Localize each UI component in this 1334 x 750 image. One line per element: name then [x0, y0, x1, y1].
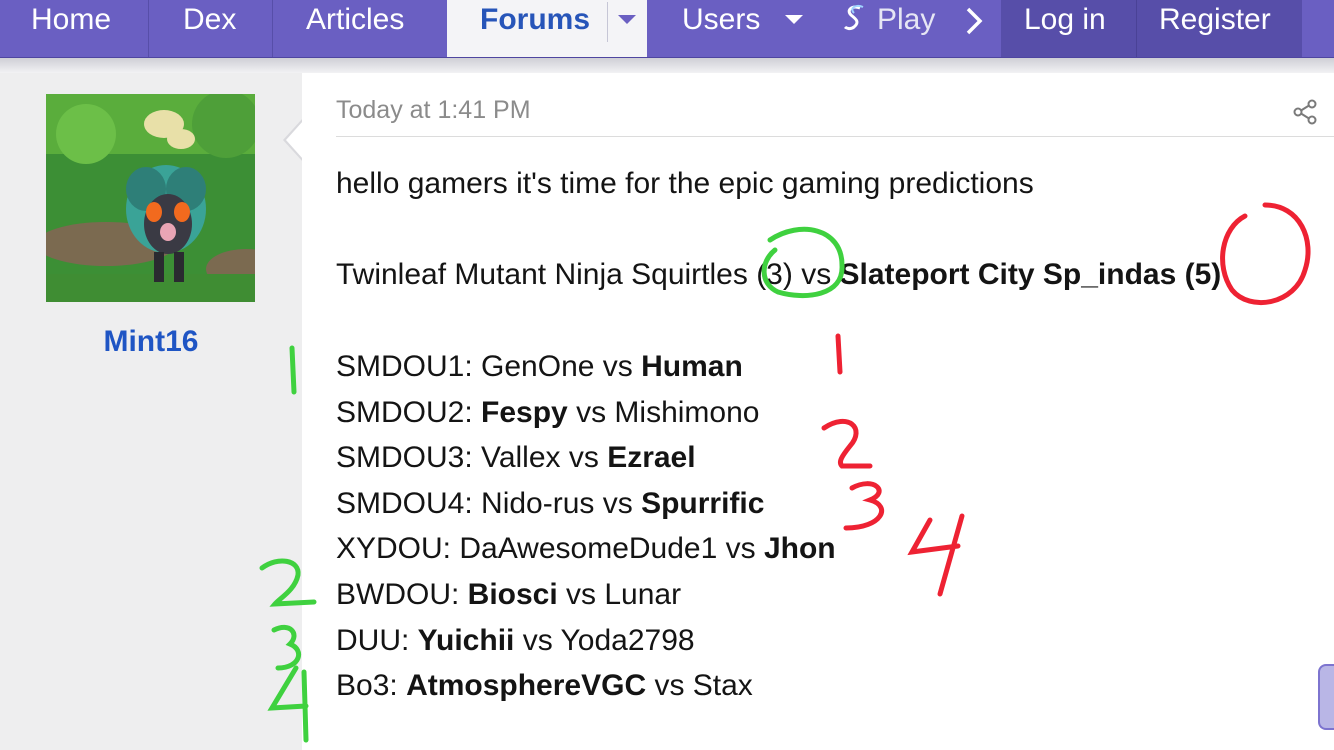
nav-login[interactable]: Log in	[1024, 0, 1106, 57]
player-two: Spurrific	[641, 487, 765, 520]
player-one: DaAwesomeDude1	[459, 532, 718, 565]
vs-text: vs	[567, 396, 615, 429]
scroll-handle[interactable]	[1318, 664, 1334, 730]
nav-dex[interactable]: Dex	[183, 0, 236, 57]
game-label: SMDOU2:	[336, 396, 482, 429]
user-avatar[interactable]	[46, 94, 255, 302]
top-nav: Home Dex Articles Forums Users Play Log …	[0, 0, 1334, 58]
register-tab[interactable]: Register	[1137, 0, 1302, 57]
post-timestamp[interactable]: Today at 1:41 PM	[336, 96, 531, 125]
game-label: DUU:	[336, 624, 418, 657]
vs-text: vs	[594, 350, 642, 383]
nav-play[interactable]: Play	[877, 0, 935, 57]
forums-dropdown-button[interactable]	[608, 0, 648, 44]
game-line: SMDOU1: GenOne vs Human	[336, 350, 743, 384]
game-label: SMDOU4:	[336, 487, 482, 520]
post-intro: hello gamers it's time for the epic gami…	[336, 167, 1034, 200]
player-one: Biosci	[467, 578, 558, 611]
share-icon[interactable]	[1292, 99, 1318, 125]
vs-text: vs	[792, 258, 840, 291]
vs-text: vs	[594, 487, 642, 520]
player-two: Lunar	[604, 578, 682, 611]
vs-text: vs	[514, 624, 561, 657]
team-b: Slateport City Sp_indas (5)	[839, 258, 1222, 291]
player-two: Jhon	[763, 532, 836, 565]
nav-shadow	[0, 58, 1334, 73]
player-two: Stax	[692, 669, 753, 702]
vs-text: vs	[717, 532, 764, 565]
team-a: Twinleaf Mutant Ninja Squirtles (3)	[336, 258, 793, 291]
player-two: Human	[641, 350, 743, 383]
player-one: GenOne	[481, 350, 595, 383]
nav-forums-label[interactable]: Forums	[480, 0, 590, 40]
post-header-divider	[336, 136, 1334, 137]
game-line: BWDOU: Biosci vs Lunar	[336, 578, 681, 612]
chevron-down-icon	[618, 15, 636, 24]
nav-divider	[148, 0, 149, 57]
message-arrow-fill	[286, 121, 303, 159]
play-logo-icon	[842, 3, 866, 38]
game-label: SMDOU3:	[336, 441, 482, 474]
vs-text: vs	[560, 441, 608, 474]
nav-home[interactable]: Home	[31, 0, 111, 57]
chevron-down-icon[interactable]	[785, 15, 803, 24]
game-line: DUU: Yuichii vs Yoda2798	[336, 624, 695, 658]
player-two: Yoda2798	[560, 624, 695, 657]
team-matchup: Twinleaf Mutant Ninja Squirtles (3) vs S…	[336, 258, 1221, 292]
login-tab[interactable]: Log in	[1001, 0, 1136, 57]
player-one: Yuichii	[417, 624, 515, 657]
player-two: Ezrael	[607, 441, 696, 474]
author-username[interactable]: Mint16	[0, 325, 302, 359]
nav-users[interactable]: Users	[682, 0, 760, 57]
nav-articles[interactable]: Articles	[306, 0, 404, 57]
game-label: XYDOU:	[336, 532, 460, 565]
player-two: Mishimono	[614, 396, 760, 429]
game-line: SMDOU3: Vallex vs Ezrael	[336, 441, 696, 475]
player-one: Nido-rus	[481, 487, 595, 520]
vs-text: vs	[557, 578, 605, 611]
game-label: BWDOU:	[336, 578, 468, 611]
player-one: Vallex	[481, 441, 561, 474]
game-label: SMDOU1:	[336, 350, 482, 383]
game-line: Bo3: AtmosphereVGC vs Stax	[336, 669, 753, 703]
nav-register[interactable]: Register	[1159, 0, 1271, 57]
nav-divider	[272, 0, 273, 57]
player-one: Fespy	[481, 396, 568, 429]
chevron-right-icon[interactable]	[963, 6, 985, 41]
game-line: XYDOU: DaAwesomeDude1 vs Jhon	[336, 532, 836, 566]
player-one: AtmosphereVGC	[406, 669, 647, 702]
game-label: Bo3:	[336, 669, 407, 702]
vs-text: vs	[646, 669, 693, 702]
game-line: SMDOU4: Nido-rus vs Spurrific	[336, 487, 764, 521]
game-line: SMDOU2: Fespy vs Mishimono	[336, 396, 759, 430]
